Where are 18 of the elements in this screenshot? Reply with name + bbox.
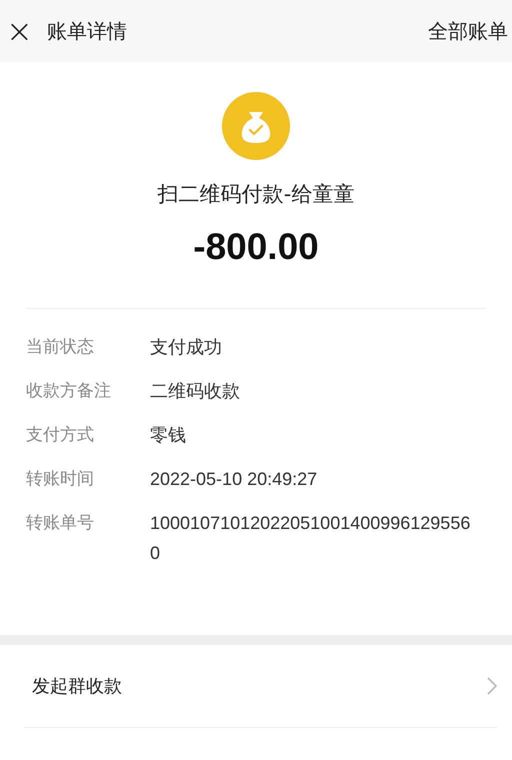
detail-value: 100010710120220510014009961295560 [150,512,472,565]
detail-label: 当前状态 [26,336,95,359]
chevron-icon [487,677,497,695]
item-label: 发起群收款 [32,675,122,698]
detail-label: 支付方式 [26,424,95,447]
detail-value: 零钱 [150,424,187,447]
detail-value: 支付成功 [150,336,223,359]
amount: -800.00 [193,226,319,268]
detail-value: 二维码收款 [150,380,241,403]
all-bills-link[interactable]: 全部账单 [428,18,508,44]
detail-value: 2022-05-10 20:49:27 [150,468,318,491]
detail-label: 收款方备注 [26,380,112,403]
close-button[interactable]: × [6,15,33,47]
payment-title: 扫二维码付款-给童童 [158,181,354,208]
money-bag-icon [222,92,290,160]
detail-label: 转账时间 [26,468,95,491]
page-title: 账单详情 [46,18,128,44]
detail-label: 转账单号 [26,512,95,535]
